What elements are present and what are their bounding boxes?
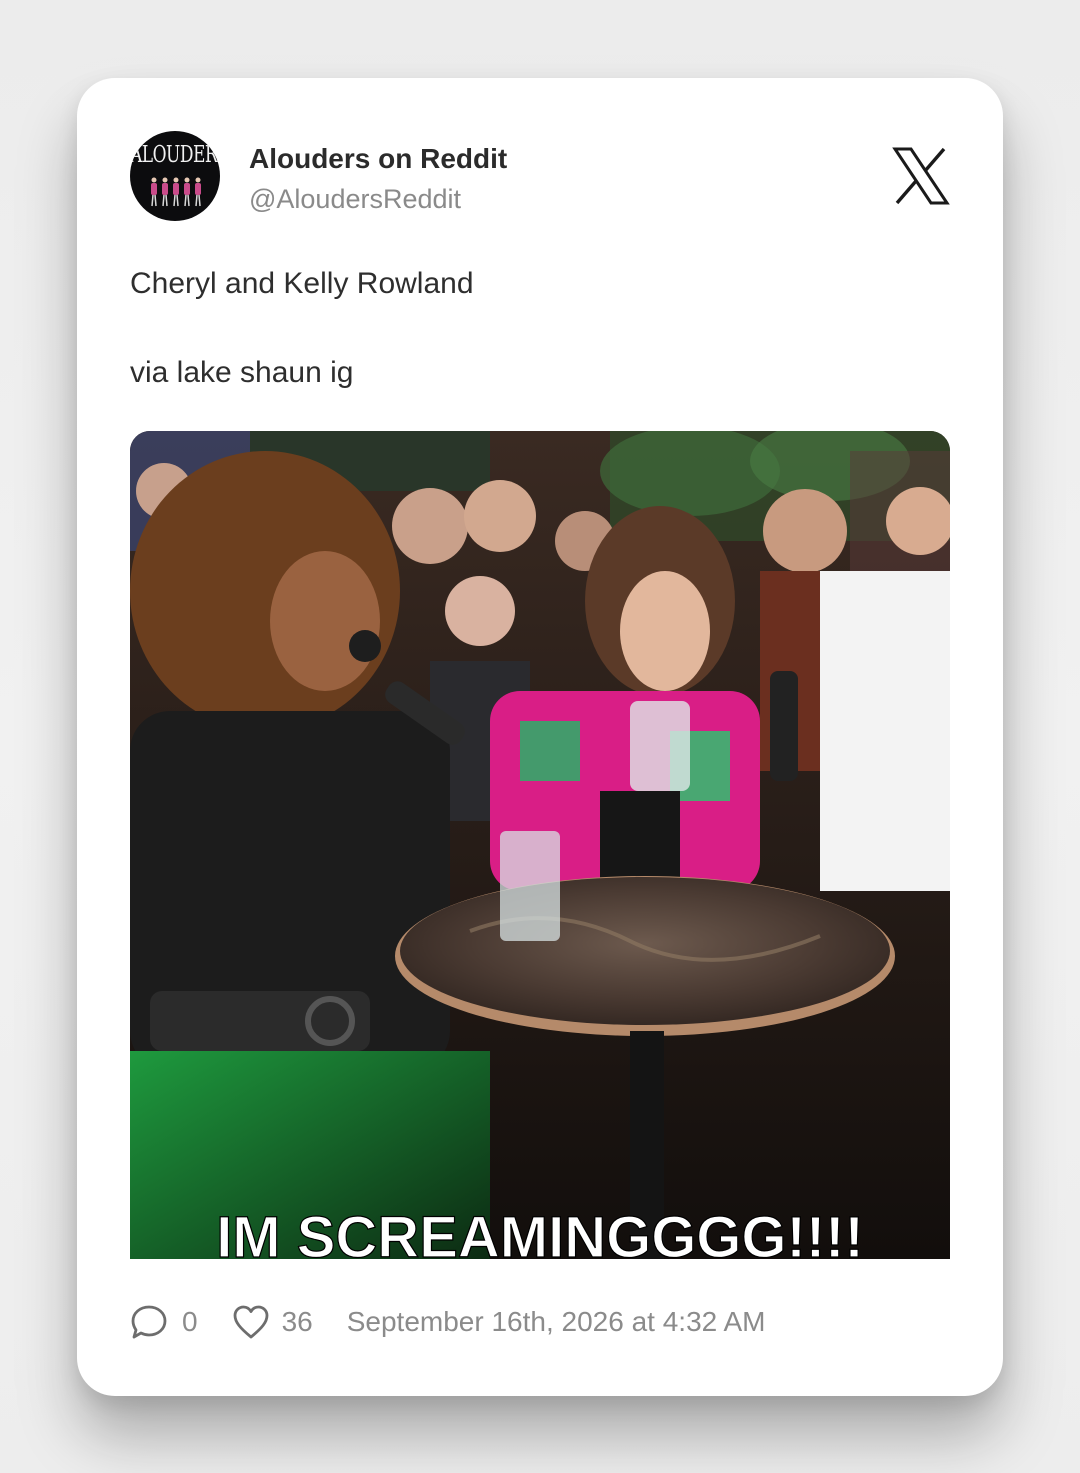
avatar-figures-graphic <box>151 177 201 207</box>
speech-bubble-icon[interactable] <box>130 1303 168 1341</box>
avatar-logo-text: ALOUDERS <box>130 141 220 169</box>
tweet-card: ALOUDERS Alouders on Reddit @AloudersRed… <box>77 78 1003 1396</box>
timestamp[interactable]: September 16th, 2026 at 4:32 AM <box>347 1306 766 1338</box>
heart-icon[interactable] <box>232 1304 270 1340</box>
photo-scene: IM SCREAMINGGGG!!!! <box>130 431 950 1259</box>
tweet-text-line-1: Cheryl and Kelly Rowland <box>130 267 474 300</box>
avatar[interactable]: ALOUDERS <box>130 131 220 221</box>
tweet-photo[interactable]: IM SCREAMINGGGG!!!! <box>130 431 950 1259</box>
tweet-footer: 0 36 September 16th, 2026 at 4:32 AM <box>130 1302 765 1342</box>
reply-count: 0 <box>182 1306 198 1337</box>
photo-caption: IM SCREAMINGGGG!!!! <box>216 1205 864 1259</box>
x-logo-icon[interactable] <box>891 146 951 206</box>
author-display-name[interactable]: Alouders on Reddit <box>249 143 507 175</box>
author-handle[interactable]: @AloudersReddit <box>249 184 461 215</box>
like-count: 36 <box>281 1306 313 1337</box>
tweet-text-line-2: via lake shaun ig <box>130 356 354 389</box>
